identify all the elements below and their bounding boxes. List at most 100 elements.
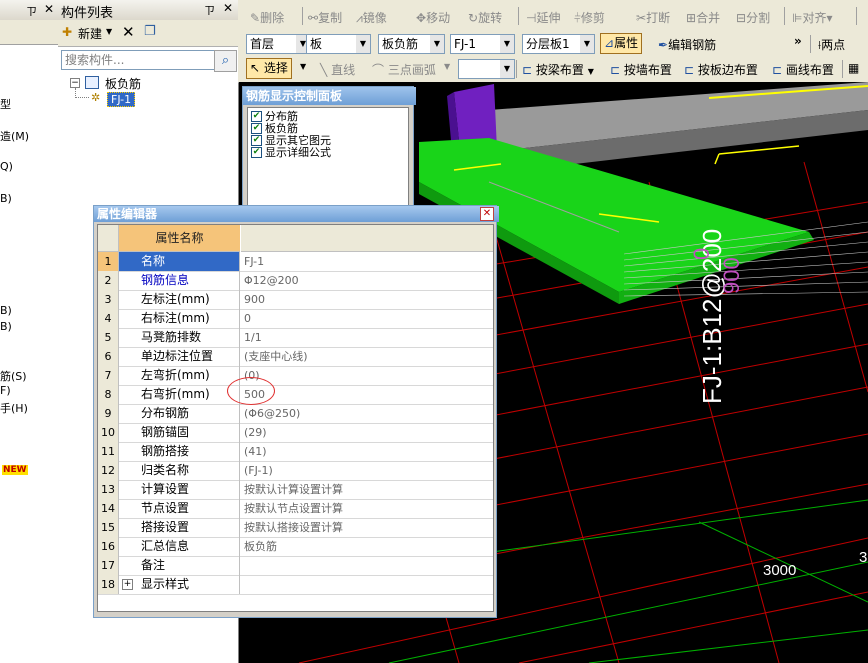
layer-select[interactable]: 分层板1 ▼ [522, 34, 595, 54]
delete-icon[interactable]: ✕ [122, 23, 135, 41]
new-icon[interactable]: ✚ [62, 25, 72, 39]
table-row[interactable]: 11 钢筋搭接 (41) [98, 442, 493, 462]
property-value[interactable]: 按默认节点设置计算 [241, 499, 493, 518]
table-row[interactable]: 7 左弯折(mm) (0) [98, 366, 493, 386]
property-value[interactable]: Φ12@200 [241, 271, 493, 290]
arc-mode-select[interactable]: ▼ [458, 59, 515, 79]
chevron-down-icon[interactable]: ▼ [444, 62, 450, 71]
select-button[interactable]: ↖ 选择 [246, 58, 292, 79]
more-icon[interactable]: » [794, 34, 802, 48]
delete-button[interactable]: ✎删除 [250, 9, 284, 26]
property-value[interactable]: (0) [241, 366, 493, 385]
left-item[interactable]: F) [0, 384, 11, 397]
arc-button[interactable]: ⌒ 三点画弧 [372, 61, 436, 78]
chevron-down-icon[interactable]: ▼ [106, 27, 112, 36]
left-item[interactable]: B) [0, 304, 12, 317]
property-name-text: 马凳筋排数 [141, 330, 202, 344]
left-item[interactable]: Q) [0, 160, 13, 173]
table-row[interactable]: 17 备注 [98, 556, 493, 576]
property-value[interactable]: 900 [241, 290, 493, 309]
copy-icon[interactable]: ❐ [144, 24, 156, 39]
left-item[interactable]: 型 [0, 96, 11, 112]
component-select[interactable]: FJ-1 ▼ [450, 34, 515, 54]
left-item[interactable]: 造(M) [0, 128, 29, 144]
table-row[interactable]: 2 钢筋信息 Φ12@200 [98, 271, 493, 291]
pin-icon[interactable]: ㄗ [26, 3, 37, 19]
checkbox-detail-formula[interactable]: ✔ 显示详细公式 [251, 147, 331, 159]
table-row[interactable]: 4 右标注(mm) 0 [98, 309, 493, 329]
table-row[interactable]: 10 钢筋锚固 (29) [98, 423, 493, 443]
expand-icon[interactable]: + [122, 579, 133, 590]
property-value[interactable]: 1/1 [241, 328, 493, 347]
close-icon[interactable]: ✕ [223, 1, 233, 15]
table-row[interactable]: 16 汇总信息 板负筋 [98, 537, 493, 557]
left-panel-header: ㄗ ✕ [0, 0, 58, 21]
table-row[interactable]: 14 节点设置 按默认节点设置计算 [98, 499, 493, 519]
floor-select[interactable]: 首层 ▼ [246, 34, 311, 54]
merge-button[interactable]: ⊞合并 [686, 9, 720, 26]
left-item[interactable]: 手(H) [0, 400, 28, 416]
search-icon[interactable]: ⌕ [214, 50, 237, 72]
tree-collapse-icon[interactable]: − [70, 78, 80, 88]
tree-item-root[interactable]: 板负筋 [105, 75, 141, 92]
align-button[interactable]: ⊫对齐▾ [792, 9, 833, 26]
edit-rebar-button[interactable]: ✒编辑钢筋 [658, 36, 716, 53]
table-row[interactable]: 9 分布钢筋 (Φ6@250) [98, 404, 493, 424]
left-item[interactable]: B) [0, 192, 12, 205]
table-row[interactable]: 6 单边标注位置 (支座中心线) [98, 347, 493, 367]
property-value[interactable]: (支座中心线) [241, 347, 493, 366]
trim-button[interactable]: ⫩修剪 [574, 9, 605, 26]
rotate-button[interactable]: ↻旋转 [468, 9, 502, 26]
close-icon[interactable]: ✕ [44, 2, 54, 16]
left-item[interactable]: 筋(S) [0, 368, 27, 384]
chevron-down-icon[interactable]: ▼ [300, 62, 306, 71]
table-row[interactable]: 15 搭接设置 按默认搭接设置计算 [98, 518, 493, 538]
grid-icon[interactable]: ▦ [848, 61, 859, 75]
draw-line-place-button[interactable]: ⊏ 画线布置 [772, 61, 834, 78]
line-button[interactable]: ╲ 直线 [320, 61, 355, 78]
property-value[interactable] [241, 575, 493, 594]
property-value[interactable]: (41) [241, 442, 493, 461]
pin-icon[interactable]: ㄗ [204, 2, 215, 18]
table-row[interactable]: 5 马凳筋排数 1/1 [98, 328, 493, 348]
property-value[interactable]: (FJ-1) [241, 461, 493, 480]
copy-button[interactable]: ⚯复制 [308, 9, 342, 26]
table-row[interactable]: 8 右弯折(mm) 500 [98, 385, 493, 405]
table-row[interactable]: 3 左标注(mm) 900 [98, 290, 493, 310]
left-item[interactable]: B) [0, 320, 12, 333]
break-button[interactable]: ✂打断 [636, 9, 670, 26]
rebar-panel-title[interactable]: 钢筋显示控制面板 [243, 87, 416, 105]
table-row[interactable]: 13 计算设置 按默认计算设置计算 [98, 480, 493, 500]
place-by-beam-button[interactable]: ⊏ 按梁布置 ▼ [522, 61, 594, 78]
property-value[interactable] [241, 556, 493, 575]
mirror-button[interactable]: ⩘镜像 [356, 9, 387, 26]
property-value[interactable]: 0 [241, 309, 493, 328]
type-select[interactable]: 板负筋 ▼ [378, 34, 445, 54]
property-value[interactable]: 板负筋 [241, 537, 493, 556]
new-button[interactable]: 新建 [78, 25, 102, 42]
split-button[interactable]: ⊟分割 [736, 9, 770, 26]
property-name-text: 单边标注位置 [141, 349, 214, 363]
table-row[interactable]: 18 + 显示样式 [98, 575, 493, 595]
property-value[interactable]: 500 [241, 385, 493, 404]
table-row[interactable]: 1 名称 FJ-1 [98, 252, 493, 272]
property-value[interactable]: 按默认搭接设置计算 [241, 518, 493, 537]
property-editor-title[interactable]: 属性编辑器 [94, 206, 499, 222]
table-row[interactable]: 12 归类名称 (FJ-1) [98, 461, 493, 481]
place-by-wall-button[interactable]: ⊏ 按墙布置 [610, 61, 672, 78]
move-button[interactable]: ✥移动 [416, 9, 450, 26]
properties-button[interactable]: ⊿属性 [600, 33, 643, 54]
place-by-slab-edge-button[interactable]: ⊏ 按板边布置 [684, 61, 758, 78]
tree-item-fj1[interactable]: FJ-1 [107, 92, 136, 107]
category-select[interactable]: 板 ▼ [306, 34, 371, 54]
header-property-name[interactable]: 属性名称 [119, 225, 240, 252]
two-points-button[interactable]: ⟊两点 [818, 36, 845, 53]
property-value[interactable]: (Φ6@250) [241, 404, 493, 423]
property-value[interactable]: 按默认计算设置计算 [241, 480, 493, 499]
extend-button[interactable]: ⊣延伸 [526, 9, 560, 26]
close-icon[interactable]: ✕ [480, 207, 494, 221]
search-input[interactable]: 搜索构件... [61, 50, 216, 70]
edit-toolbar: ✎删除 ⚯复制 ⩘镜像 ✥移动 ↻旋转 ⊣延伸 ⫩修剪 ✂打断 ⊞合并 ⊟分割 … [238, 0, 868, 33]
property-value[interactable]: (29) [241, 423, 493, 442]
property-value[interactable]: FJ-1 [241, 252, 493, 271]
